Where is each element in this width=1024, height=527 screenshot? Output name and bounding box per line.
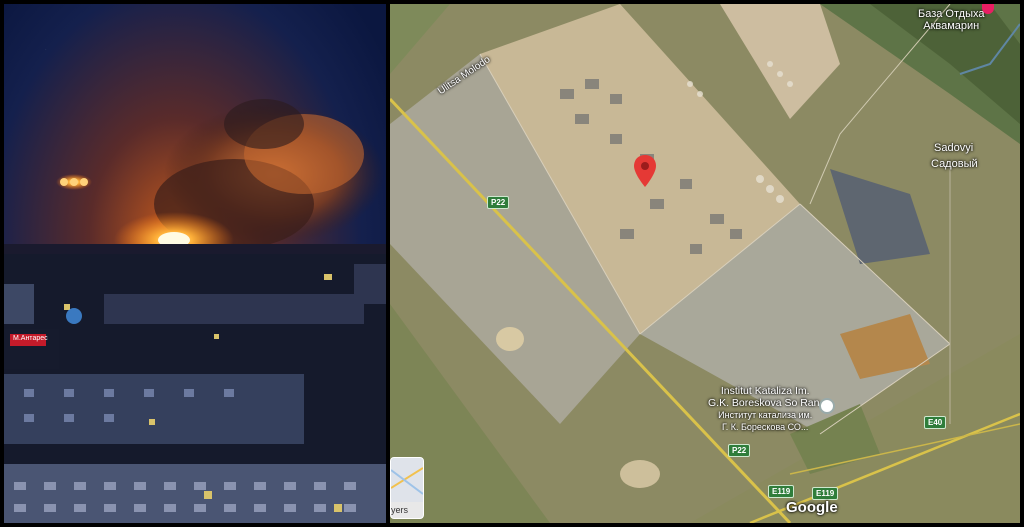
- sadovyi-label-en[interactable]: Sadovyi: [934, 142, 973, 154]
- location-pin-icon[interactable]: [634, 155, 656, 187]
- road-shield-p22: P22: [487, 196, 510, 209]
- road-shield-p22: P22: [728, 444, 751, 457]
- fire-photo: M.Антарес ·: [4, 4, 386, 523]
- institute-place-icon[interactable]: [819, 398, 835, 414]
- layers-icon: [391, 458, 423, 502]
- satellite-map[interactable]: База Отдыха Аквамарин Ulitsa Molodo Sado…: [390, 4, 1020, 523]
- fire-photo-illustration: [4, 4, 386, 523]
- layers-label: yers: [391, 505, 409, 515]
- shop-sign: M.Антарес: [13, 335, 48, 342]
- layers-button[interactable]: yers: [390, 457, 424, 519]
- institute-label[interactable]: Institut Kataliza Im. G.K. Boreskova So …: [708, 385, 822, 433]
- google-logo: Google: [786, 499, 838, 516]
- road-shield-e40: E40: [924, 416, 947, 429]
- resort-label[interactable]: База Отдыха Аквамарин: [918, 8, 984, 32]
- map-imagery: [390, 4, 1020, 523]
- road-shield-e119: E119: [768, 485, 795, 498]
- sadovyi-label-ru[interactable]: Садовый: [931, 158, 978, 170]
